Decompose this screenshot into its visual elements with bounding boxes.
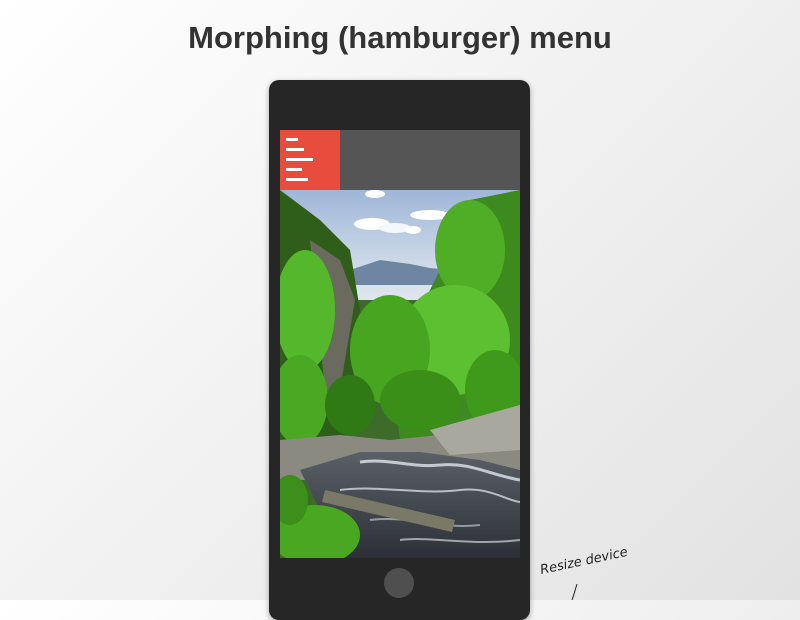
arrow-icon xyxy=(571,583,578,601)
home-button[interactable] xyxy=(384,568,414,598)
resize-device-hint[interactable]: Resize device xyxy=(539,545,629,578)
hamburger-icon xyxy=(286,138,298,141)
device-screen xyxy=(280,130,520,558)
hamburger-icon-line xyxy=(286,168,302,171)
hamburger-menu-button[interactable] xyxy=(280,130,340,190)
phone-device xyxy=(269,80,530,620)
hamburger-icon-line xyxy=(286,158,313,161)
waterfall-landscape-image xyxy=(280,190,520,558)
hamburger-icon-line xyxy=(286,148,304,151)
page-title: Morphing (hamburger) menu xyxy=(188,20,612,55)
top-bar xyxy=(280,130,520,190)
hamburger-icon-line xyxy=(286,178,308,181)
